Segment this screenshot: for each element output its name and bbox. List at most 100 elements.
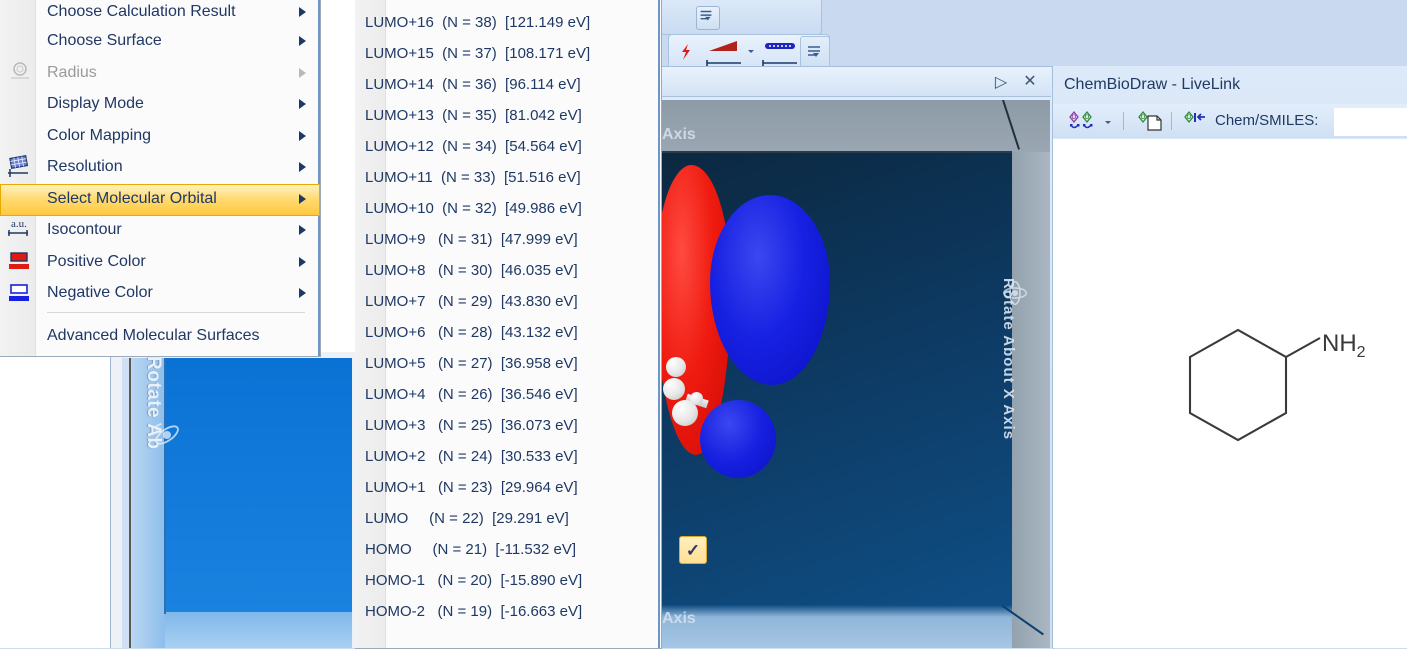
orbital-item-lumo-plus-12[interactable]: LUMO+12 (N = 34) [54.564 eV] [355, 131, 658, 162]
orbital-item-lumo-plus-14[interactable]: LUMO+14 (N = 36) [96.114 eV] [355, 69, 658, 100]
submenu-arrow-icon [299, 68, 306, 78]
orbital-item-lumo-plus-4[interactable]: LUMO+4 (N = 26) [36.546 eV] [355, 379, 658, 410]
submenu-arrow-icon [299, 257, 306, 267]
orbital-item-lumo-plus-7[interactable]: LUMO+7 (N = 29) [43.830 eV] [355, 286, 658, 317]
scene-floor [662, 605, 1012, 648]
insert-structure-icon[interactable]: O [1181, 109, 1209, 133]
overflow-chevron-icon [808, 46, 820, 57]
menu-item-label: Isocontour [47, 221, 122, 238]
smiles-field-label: Chem/SMILES: [1215, 112, 1319, 129]
orbital-item-lumo-plus-1[interactable]: LUMO+1 (N = 23) [29.964 eV] [355, 472, 658, 503]
smiles-input[interactable] [1334, 108, 1407, 136]
3d-document-titlebar: ▷ ✕ [661, 67, 1051, 97]
menu-item-label: Select Molecular Orbital [47, 190, 217, 207]
orbital-item-lumo-plus-8[interactable]: LUMO+8 (N = 30) [46.035 eV] [355, 255, 658, 286]
chembiodraw-panel-title: ChemBioDraw - LiveLink [1064, 76, 1241, 93]
isocontour-slider[interactable] [761, 55, 799, 66]
orbital-item-lumo-plus-3[interactable]: LUMO+3 (N = 25) [36.073 eV] [355, 410, 658, 441]
menu-item-positive-color[interactable]: Positive Color [0, 246, 320, 278]
secondary-3d-floor [165, 612, 352, 648]
orbital-label: LUMO+16 (N = 38) [121.149 eV] [365, 14, 591, 31]
orbital-item-lumo-plus-10[interactable]: LUMO+10 (N = 32) [49.986 eV] [355, 193, 658, 224]
cyclohexane-ring-structure [1188, 328, 1321, 442]
scene-back-wall [662, 152, 1012, 614]
orbital-label: LUMO+8 (N = 30) [46.035 eV] [365, 262, 578, 279]
orbital-label: HOMO-2 (N = 19) [-16.663 eV] [365, 603, 583, 620]
orbital-label: LUMO+2 (N = 24) [30.533 eV] [365, 448, 578, 465]
submenu-arrow-icon [299, 225, 306, 235]
menu-item-select-molecular-orbital[interactable]: Select Molecular Orbital [0, 183, 320, 215]
isocontour-bar-icon[interactable] [761, 37, 799, 55]
toolbar-overflow-button-upper[interactable] [696, 6, 720, 30]
orbital-label: LUMO+4 (N = 26) [36.546 eV] [365, 386, 578, 403]
toolbar-overflow-button-lower[interactable] [800, 36, 830, 70]
orbital-label: HOMO (N = 21) [-11.532 eV] [365, 541, 577, 558]
orbital-item-lumo-plus-15[interactable]: LUMO+15 (N = 37) [108.171 eV] [355, 38, 658, 69]
rotate-handle-icon[interactable] [150, 418, 184, 452]
orbital-label: HOMO-1 (N = 20) [-15.890 eV] [365, 572, 583, 589]
scene-ceiling-edge [662, 151, 1012, 153]
titlebar-separator [661, 96, 1051, 97]
expand-pane-button[interactable]: ▷ [988, 71, 1014, 93]
selected-check-icon: ✓ [679, 536, 707, 564]
amine-label-subscript: 2 [1356, 343, 1366, 361]
menu-item-radius: Radius [0, 57, 320, 89]
menu-item-label: Display Mode [47, 95, 144, 112]
gradient-dropdown-arrow[interactable] [745, 45, 757, 57]
menu-item-resolution[interactable]: Resolution [0, 151, 320, 183]
orbital-item-lumo-plus-5[interactable]: LUMO+5 (N = 27) [36.958 eV] [355, 348, 658, 379]
overflow-chevron-icon [700, 10, 712, 21]
menu-item-label: Choose Surface [47, 32, 162, 49]
orbital-item-lumo-plus-6[interactable]: LUMO+6 (N = 28) [43.132 eV] [355, 317, 658, 348]
gradient-slider[interactable] [705, 55, 743, 66]
3d-molecular-viewer-canvas[interactable] [662, 100, 1050, 648]
menu-item-isocontour[interactable]: Isocontour [0, 214, 320, 246]
submenu-arrow-icon [299, 7, 306, 17]
orbital-item-homo[interactable]: ✓ HOMO (N = 21) [-11.532 eV] [355, 534, 707, 565]
livelink-sync-icon[interactable]: O O [1067, 109, 1101, 133]
menu-item-choose-surface[interactable]: Choose Surface [0, 25, 320, 57]
submenu-arrow-icon [299, 288, 306, 298]
copy-structure-icon[interactable]: O [1135, 109, 1163, 133]
scene-ceiling [662, 100, 1050, 152]
orbital-item-lumo-plus-11[interactable]: LUMO+11 (N = 33) [51.516 eV] [355, 162, 658, 193]
context-menu-divider [47, 312, 305, 313]
svg-text:O: O [1141, 115, 1146, 121]
orbital-label: LUMO (N = 22) [29.291 eV] [365, 510, 569, 527]
submenu-right-border [658, 0, 660, 648]
orbital-item-lumo-plus-13[interactable]: LUMO+13 (N = 35) [81.042 eV] [355, 100, 658, 131]
secondary-3d-back-wall [165, 358, 352, 615]
orbital-label: LUMO+6 (N = 28) [43.132 eV] [365, 324, 578, 341]
rotate-about-x-axis-label[interactable]: Rotate About X Axis [1000, 278, 1017, 498]
orbital-item-lumo-plus-2[interactable]: LUMO+2 (N = 24) [30.533 eV] [355, 441, 658, 472]
menu-item-advanced-molecular-surfaces[interactable]: Advanced Molecular Surfaces [0, 320, 320, 352]
orbital-item-homo-minus-1[interactable]: HOMO-1 (N = 20) [-15.890 eV] [355, 565, 658, 596]
toolbar-separator [1171, 112, 1172, 130]
orbital-item-lumo-plus-16[interactable]: LUMO+16 (N = 38) [121.149 eV] [355, 7, 658, 38]
secondary-3d-edge [129, 358, 131, 648]
menu-item-display-mode[interactable]: Display Mode [0, 88, 320, 120]
orbital-label: LUMO+14 (N = 36) [96.114 eV] [365, 76, 581, 93]
submenu-arrow-icon [299, 36, 306, 46]
orbital-item-lumo-plus-9[interactable]: LUMO+9 (N = 31) [47.999 eV] [355, 224, 658, 255]
axis-label-bottom: Axis [662, 610, 696, 627]
menu-item-choose-calculation-result[interactable]: Choose Calculation Result [0, 0, 320, 28]
menu-item-color-mapping[interactable]: Color Mapping [0, 120, 320, 152]
close-pane-button[interactable]: ✕ [1017, 70, 1043, 92]
svg-text:O: O [1072, 115, 1077, 121]
menu-item-label: Resolution [47, 158, 123, 175]
toolbar-separator [1123, 112, 1124, 130]
menu-item-negative-color[interactable]: Negative Color [0, 277, 320, 309]
orbital-item-lumo[interactable]: LUMO (N = 22) [29.291 eV] [355, 503, 658, 534]
orbital-label: LUMO+1 (N = 23) [29.964 eV] [365, 479, 578, 496]
gradient-ramp-icon[interactable] [705, 37, 741, 55]
menu-item-label: Advanced Molecular Surfaces [47, 327, 260, 344]
submenu-arrow-icon [299, 194, 306, 204]
orbital-item-homo-minus-2[interactable]: HOMO-2 (N = 19) [-16.663 eV] [355, 596, 658, 627]
rotate-x-handle-icon[interactable] [1000, 278, 1030, 308]
svg-text:O: O [1187, 115, 1192, 121]
submenu-arrow-icon [299, 131, 306, 141]
toolbar-strip-upper [660, 0, 822, 35]
lightning-surface-icon[interactable] [673, 39, 699, 65]
livelink-dropdown-arrow-icon[interactable] [1103, 114, 1117, 128]
